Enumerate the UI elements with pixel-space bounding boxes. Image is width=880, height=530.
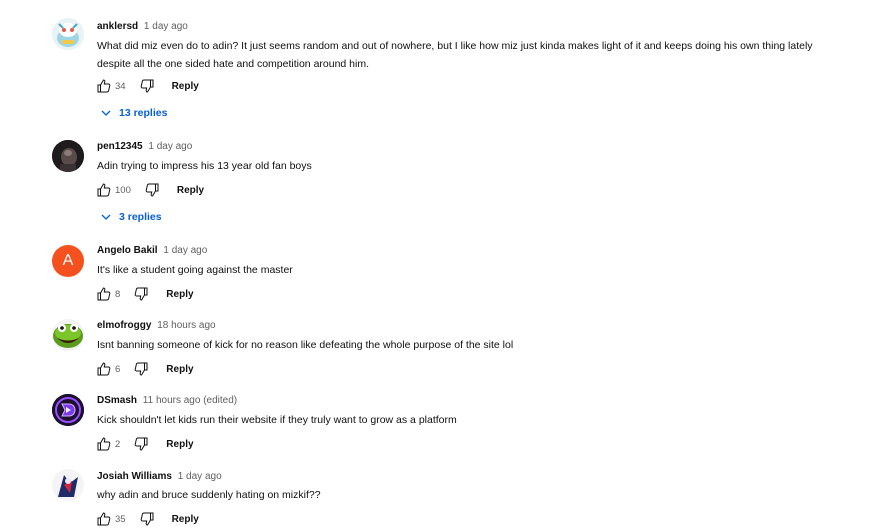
reply-button[interactable]: Reply: [177, 185, 204, 196]
avatar[interactable]: A: [52, 245, 84, 277]
reply-button[interactable]: Reply: [166, 289, 193, 300]
avatar[interactable]: [52, 469, 84, 501]
avatar-image: [52, 469, 84, 501]
avatar-image: [52, 18, 84, 50]
timestamp[interactable]: 1 day ago: [148, 141, 192, 152]
reply-button[interactable]: Reply: [166, 439, 193, 450]
avatar-image: [52, 319, 84, 351]
comment-actions: 2 Reply: [95, 435, 194, 453]
thumbs-down-icon[interactable]: [132, 435, 150, 453]
chevron-down-icon: [101, 108, 111, 118]
author-name[interactable]: Angelo Bakil: [97, 245, 158, 256]
like-count: 2: [115, 438, 121, 450]
author-name[interactable]: pen12345: [97, 141, 143, 152]
comment-header: pen12345 1 day ago: [97, 140, 192, 153]
thumbs-down-icon[interactable]: [138, 510, 156, 528]
avatar[interactable]: [52, 394, 84, 426]
comment-text: It's like a student going against the ma…: [97, 264, 293, 276]
avatar[interactable]: [52, 18, 84, 50]
thumbs-down-icon[interactable]: [132, 285, 150, 303]
reply-button[interactable]: Reply: [172, 81, 199, 92]
reply-button[interactable]: Reply: [172, 514, 199, 525]
thumbs-up-icon[interactable]: [95, 285, 113, 303]
replies-count: 3 replies: [119, 211, 162, 223]
thumbs-down-icon[interactable]: [143, 181, 161, 199]
comment-text: why adin and bruce suddenly hating on mi…: [97, 489, 321, 501]
like-count: 34: [115, 80, 126, 92]
view-replies-button[interactable]: 13 replies: [101, 104, 167, 122]
avatar-letter: A: [62, 252, 74, 269]
thumbs-up-icon[interactable]: [95, 510, 113, 528]
comment-text: What did miz even do to adin? It just se…: [97, 37, 872, 73]
comment-text: Adin trying to impress his 13 year old f…: [97, 160, 312, 172]
thumbs-down-icon[interactable]: [138, 77, 156, 95]
thumbs-up-icon[interactable]: [95, 181, 113, 199]
comment-header: anklersd 1 day ago: [97, 20, 188, 33]
reply-button[interactable]: Reply: [166, 364, 193, 375]
author-name[interactable]: DSmash: [97, 395, 137, 406]
timestamp[interactable]: 1 day ago: [163, 245, 207, 256]
avatar[interactable]: [52, 140, 84, 172]
avatar-image: [52, 140, 84, 172]
view-replies-button[interactable]: 3 replies: [101, 208, 162, 226]
comment-header: elmofroggy 18 hours ago: [97, 319, 216, 332]
replies-count: 13 replies: [119, 107, 168, 119]
author-name[interactable]: anklersd: [97, 21, 138, 32]
comment-actions: 100 Reply: [95, 181, 204, 199]
comment-text: Isnt banning someone of kick for no reas…: [97, 339, 514, 351]
like-count: 6: [115, 363, 121, 375]
avatar-image: [52, 394, 84, 426]
timestamp[interactable]: 18 hours ago: [157, 320, 215, 331]
author-name[interactable]: elmofroggy: [97, 320, 151, 331]
comment-header: Josiah Williams 1 day ago: [97, 470, 222, 483]
thumbs-up-icon[interactable]: [95, 77, 113, 95]
like-count: 100: [115, 184, 131, 196]
timestamp[interactable]: 11 hours ago (edited): [143, 395, 237, 406]
like-count: 35: [115, 513, 126, 525]
comment-text-line: What did miz even do to adin? It just se…: [97, 40, 813, 52]
comment-text-line: despite all the one sided hate and compe…: [97, 58, 370, 70]
comment-actions: 35 Reply: [95, 510, 199, 528]
thumbs-down-icon[interactable]: [132, 360, 150, 378]
thumbs-up-icon[interactable]: [95, 360, 113, 378]
comment-actions: 34 Reply: [95, 77, 199, 95]
comment-actions: 8 Reply: [95, 285, 194, 303]
like-count: 8: [115, 288, 121, 300]
comment-actions: 6 Reply: [95, 360, 194, 378]
comment-header: Angelo Bakil 1 day ago: [97, 244, 207, 257]
comment-text: Kick shouldn't let kids run their websit…: [97, 414, 457, 426]
avatar[interactable]: [52, 319, 84, 351]
thumbs-up-icon[interactable]: [95, 435, 113, 453]
timestamp[interactable]: 1 day ago: [144, 21, 188, 32]
comment-header: DSmash 11 hours ago (edited): [97, 394, 237, 407]
author-name[interactable]: Josiah Williams: [97, 471, 172, 482]
timestamp[interactable]: 1 day ago: [178, 471, 222, 482]
chevron-down-icon: [101, 212, 111, 222]
